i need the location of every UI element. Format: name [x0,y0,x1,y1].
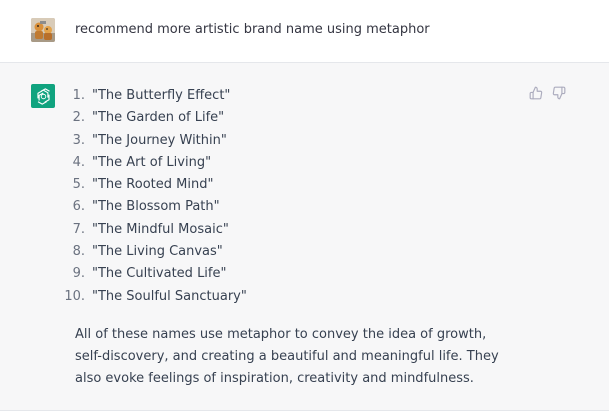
brand-name-list: 1. "The Butterfly Effect" 2. "The Garden of… [64,85,247,308]
assistant-message-row: 1. "The Butterfly Effect" 2. "The Garden of… [0,63,609,411]
assistant-summary-text: All of these names use metaphor to conve… [75,327,499,386]
list-item-text: "The Cultivated Life" [92,266,227,282]
list-item: 5. "The Rooted Mind" [73,174,247,196]
list-item: 9. "The Cultivated Life" [73,263,247,285]
thumbs-up-icon[interactable] [528,85,544,101]
list-item-number: 2. [72,110,85,126]
list-item-number: 4. [72,154,85,170]
list-item: 7. "The Mindful Mosaic" [73,219,247,241]
list-item-number: 10. [64,288,85,304]
user-avatar [31,18,55,42]
list-item-number: 7. [72,221,85,237]
list-item-number: 3. [72,132,85,148]
list-item-text: "The Soulful Sanctuary" [92,288,247,304]
openai-logo-icon [31,84,55,108]
list-item-text: "The Rooted Mind" [92,177,214,193]
list-item-text: "The Garden of Life" [92,110,225,126]
list-item: 2. "The Garden of Life" [73,107,247,129]
list-item-text: "The Butterfly Effect" [92,88,231,103]
user-message-text: recommend more artistic brand name using… [75,22,430,37]
list-item: 8. "The Living Canvas" [73,241,247,263]
list-item-text: "The Mindful Mosaic" [92,221,229,237]
list-item: 6. "The Blossom Path" [73,196,247,218]
list-item-number: 9. [72,266,85,282]
user-avatar-image [31,18,55,42]
list-item: 10. "The Soulful Sanctuary" [64,286,247,308]
list-item-text: "The Art of Living" [92,154,212,170]
list-item: 1. "The Butterfly Effect" [73,85,247,107]
list-item-text: "The Living Canvas" [92,244,223,260]
list-item-number: 5. [72,177,85,193]
list-item-text: "The Blossom Path" [92,199,220,215]
list-item-number: 6. [72,199,85,215]
list-item-number: 8. [72,244,85,260]
list-item-number: 1. [72,88,85,103]
list-item: 3. "The Journey Within" [73,130,247,152]
list-item-text: "The Journey Within" [92,132,227,148]
list-item: 4. "The Art of Living" [73,152,247,174]
user-message-row: recommend more artistic brand name using… [0,0,609,63]
thumbs-down-icon[interactable] [551,85,567,101]
